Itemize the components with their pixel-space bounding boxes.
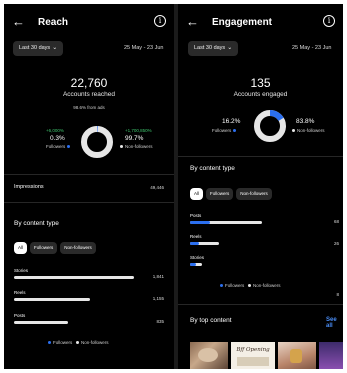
chip-followers[interactable]: Followers (30, 242, 58, 254)
followers-dot-icon (67, 145, 71, 149)
accounts-reached-value: 22,760 (70, 76, 108, 90)
top-content-area: Bff Opening (178, 4, 343, 369)
nonfollowers-legend-label: Non-followers (125, 144, 153, 149)
info-icon[interactable]: i (154, 15, 166, 27)
followers-percent: 0.3% (50, 135, 65, 142)
screenshot-frame: ← Reach i Last 30 days ⌄ 25 May - 23 Jun … (4, 4, 343, 369)
chevron-down-icon: ⌄ (52, 45, 58, 51)
nonfollowers-dot-icon (120, 145, 123, 149)
back-arrow-icon[interactable]: ← (12, 15, 25, 28)
top-content-thumbnail[interactable] (319, 342, 343, 369)
bar-value: 1,155 (152, 296, 164, 301)
bar-label: Reels (14, 290, 26, 295)
bar-legend: Followers Non-followers (48, 340, 109, 345)
thumbnail-caption: Bff Opening (236, 347, 270, 353)
date-range-dropdown-label: Last 30 days (19, 45, 51, 51)
bar-track (14, 298, 134, 301)
by-content-type-heading: By content type (14, 220, 59, 227)
bar-label: Posts (14, 313, 26, 318)
date-range-dropdown[interactable]: Last 30 days ⌄ (13, 41, 64, 56)
followers-change: +6,000% (46, 128, 64, 133)
followers-legend-label: Followers (46, 144, 66, 149)
food-photo-icon (198, 348, 218, 362)
nonfollowers-dot-icon (76, 341, 80, 345)
flyer-photo-icon (237, 357, 269, 366)
top-content-thumbnail[interactable] (190, 342, 228, 369)
followers-dot-icon (48, 341, 51, 345)
bar-track (14, 321, 134, 324)
nonfollowers-percent: 99.7% (125, 135, 144, 142)
date-range-text: 25 May - 23 Jun (124, 45, 164, 51)
nonfollowers-legend: Non-followers (120, 144, 153, 149)
content-filter-chips: All Followers Non-followers (14, 242, 96, 254)
divider (4, 202, 174, 203)
impressions-label: Impressions (14, 184, 44, 190)
nonfollowers-change: +1,700,850% (125, 128, 152, 133)
bar-track (14, 276, 134, 279)
page-title: Reach (38, 17, 69, 28)
bar-value: 835 (156, 319, 164, 324)
impressions-value: 49,446 (150, 185, 164, 190)
top-content-thumbnail[interactable] (278, 342, 316, 369)
bar-fill (14, 298, 90, 301)
chip-nonfollowers[interactable]: Non-followers (60, 242, 96, 254)
followers-legend: Followers (46, 144, 71, 149)
legend-nonfollowers-label: Non-followers (81, 340, 109, 345)
legend-followers-label: Followers (53, 340, 73, 345)
reach-panel: ← Reach i Last 30 days ⌄ 25 May - 23 Jun … (4, 4, 174, 369)
top-content-thumbnail[interactable]: Bff Opening (231, 342, 275, 369)
accounts-reached-label: Accounts reached (62, 91, 116, 98)
bar-label: Stories (14, 268, 29, 273)
drink-photo-icon (290, 349, 302, 363)
from-ads-text: 98.6% from ads (73, 105, 105, 110)
bar-fill (14, 276, 134, 279)
bar-value: 1,841 (152, 274, 164, 279)
divider (4, 174, 174, 175)
chip-all[interactable]: All (14, 242, 28, 254)
reach-header: ← Reach i (4, 12, 174, 32)
top-content-thumbnails: Bff Opening (190, 342, 343, 369)
reach-donut-chart (81, 126, 113, 158)
bar-fill (14, 321, 68, 324)
donut-nonfollowers-ring (81, 126, 113, 158)
